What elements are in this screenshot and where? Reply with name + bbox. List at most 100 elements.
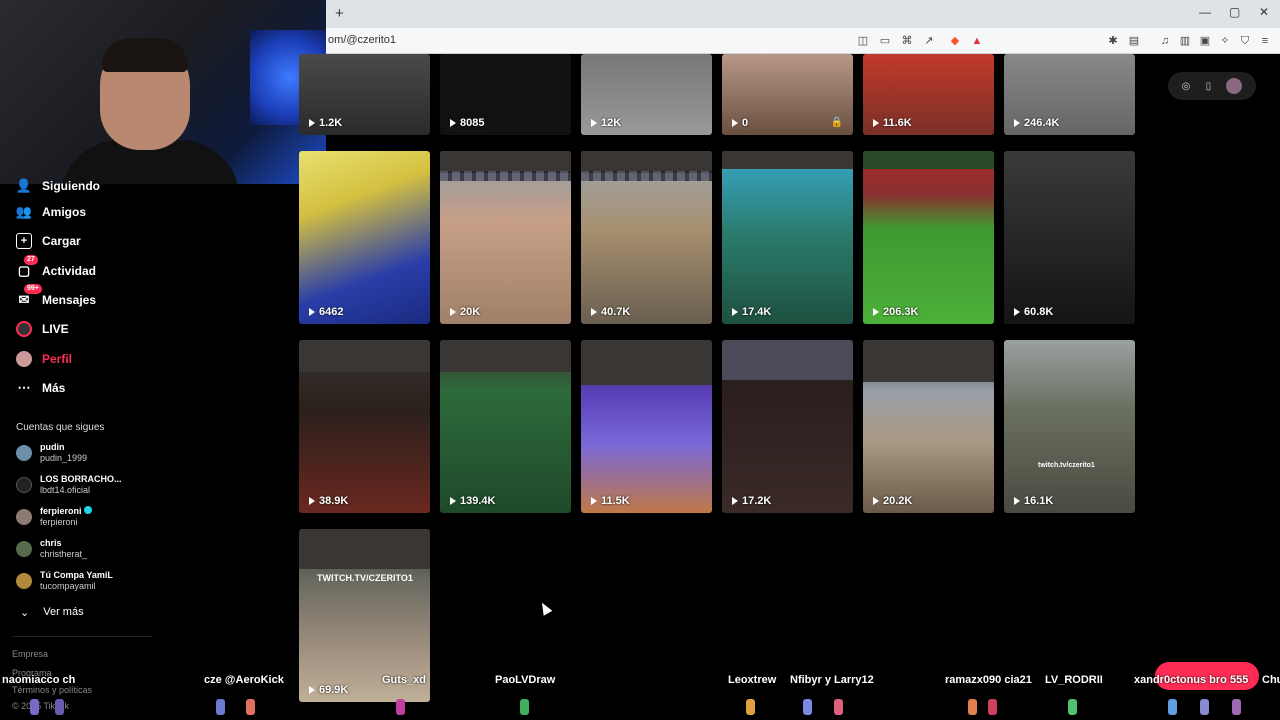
account-handle: lbdt14.oficial [40,485,91,495]
video-caption: TWITCH.TV/CZERITO1 [317,573,413,583]
video-tile[interactable]: 246.4K [1004,54,1135,135]
avatar [16,541,32,557]
new-tab-button[interactable]: + [335,5,344,22]
video-tile[interactable]: 12K [581,54,712,135]
video-tile[interactable]: 11.5K [581,340,712,513]
minimize-icon[interactable]: — [1199,5,1211,19]
video-tile[interactable]: 20K [440,151,571,324]
video-tile[interactable]: 11.6K [863,54,994,135]
avatar [16,477,32,493]
messages-icon: ✉ 99+ [16,284,42,308]
sidebar-item-label: Más [42,381,66,395]
facecam [299,529,430,569]
followed-account[interactable]: Tú Compa YamiL tucompayamil [16,570,113,592]
url-text[interactable]: om/@czerito1 [328,34,396,46]
share-icon[interactable]: ↗ [922,34,936,48]
chat-overlay-name: naomiacco ch [2,674,76,686]
compass-icon[interactable]: ◎ [1182,81,1191,92]
vpn-icon[interactable]: ⛉ [1238,34,1252,48]
video-tile[interactable]: 17.2K [722,340,853,513]
phone-icon[interactable]: ▯ [1206,81,1212,92]
sidebar-item-friends[interactable]: 👥 Amigos [16,204,86,220]
video-tile[interactable]: 20.2K [863,340,994,513]
play-icon [450,497,456,505]
sidebar-toggle-icon[interactable]: ▤ [1127,34,1141,48]
sidebar: 👤 Siguiendo 👥 Amigos + Cargar ▢ 27 Activi… [0,178,160,720]
profile-icon [16,351,32,367]
video-tile[interactable]: 0 🔒 [722,54,853,135]
footer-link-terms[interactable]: Términos y políticas [12,685,92,695]
sidebar-item-messages[interactable]: ✉ 99+ Mensajes [16,284,96,308]
following-accounts-title: Cuentas que sigues [16,422,105,433]
view-count: 0 [732,117,748,129]
chat-avatar-sprite [55,699,64,715]
rewards-icon[interactable]: ▲ [970,34,984,48]
music-icon[interactable]: ♫ [1158,34,1172,48]
account-handle: ferpieroni [40,517,78,527]
activity-badge: 27 [24,255,38,265]
footer-link-company[interactable]: Empresa [12,649,48,659]
video-tile[interactable]: 38.9K [299,340,430,513]
verified-icon [83,506,92,514]
sidebar-item-label: Amigos [42,205,87,219]
sidebar-item-more[interactable]: ⋯ Más [16,380,66,396]
mouse-cursor-icon [537,600,553,616]
more-icon: ⋯ [17,380,31,395]
video-tile[interactable]: twitch.tv/czerito1 16.1K [1004,340,1135,513]
chat-avatar-sprite [30,699,39,715]
sidebar-divider [12,636,152,637]
sidebar-item-label: Siguiendo [42,179,100,193]
chat-overlay-name: Nfibyr y Larry12 [790,674,874,686]
play-icon [309,119,315,127]
chat-overlay-name: Guts_xd [382,674,427,686]
leo-icon[interactable]: ✧ [1218,34,1232,48]
followed-account[interactable]: pudin pudin_1999 [16,442,87,464]
chat-avatar-sprite [746,699,755,715]
sidebar-item-live[interactable]: LIVE [16,321,69,337]
translate-icon[interactable]: ⌘ [900,34,914,48]
facecam [581,340,712,385]
video-tile[interactable]: 60.8K [1004,151,1135,324]
brave-shield-icon[interactable]: ◆ [948,34,962,48]
video-tile[interactable]: 206.3K [863,151,994,324]
video-tile[interactable]: 8085 [440,54,571,135]
facecam [722,151,853,169]
close-icon[interactable]: ✕ [1259,5,1269,19]
view-count: 1.2K [309,117,342,129]
live-icon [16,321,32,337]
sidebar-item-following[interactable]: 👤 Siguiendo [16,178,100,194]
maximize-icon[interactable]: ▢ [1229,5,1240,19]
video-tile[interactable]: 40.7K [581,151,712,324]
video-tile[interactable]: 6462 [299,151,430,324]
sidebar-item-upload[interactable]: + Cargar [16,233,81,249]
screenshot-icon[interactable]: ▭ [878,34,892,48]
avatar[interactable] [1226,78,1243,94]
followed-account[interactable]: chris christherat_ [16,538,87,560]
webcam-person-hair [102,38,188,72]
facecam [722,340,853,380]
sidebar-item-profile[interactable]: Perfil [16,351,72,367]
chat-avatar-sprite [520,699,529,715]
account-handle: pudin_1999 [40,453,88,463]
see-more-button[interactable]: ⌄ Ver más [20,606,84,619]
play-icon [873,119,879,127]
sidebar-item-activity[interactable]: ▢ 27 Actividad [16,255,96,279]
view-count: 8085 [450,117,484,129]
account-name: LOS BORRACHO... [40,474,122,484]
wallet-icon[interactable]: ▣ [1198,34,1212,48]
facecam [863,340,994,382]
video-caption: twitch.tv/czerito1 [1038,462,1095,469]
extensions-icon[interactable]: ✱ [1106,34,1120,48]
chat-avatar-sprite [834,699,843,715]
chat-avatar-sprite [1232,699,1241,715]
facecam [299,340,430,372]
followed-account[interactable]: ferpieroni ferpieroni [16,506,92,528]
video-tile[interactable]: 139.4K [440,340,571,513]
chat-overlay-name: ramazx090 cia21 [945,674,1032,686]
video-tile[interactable]: 1.2K [299,54,430,135]
menu-icon[interactable]: ≡ [1258,34,1272,48]
reader-icon[interactable]: ◫ [856,34,870,48]
video-tile[interactable]: 17.4K [722,151,853,324]
followed-account[interactable]: LOS BORRACHO... lbdt14.oficial [16,474,122,496]
panel-icon[interactable]: ▥ [1178,34,1192,48]
